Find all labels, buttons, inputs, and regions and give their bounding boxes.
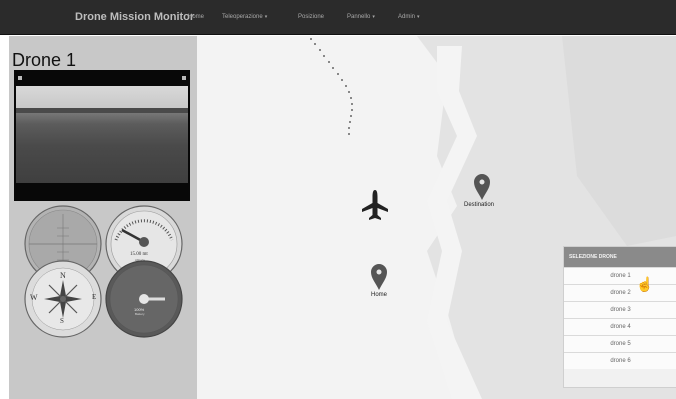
map-area-shade [562,36,676,246]
compass-north: N [60,271,66,280]
drone-option-2[interactable]: drone 2 [564,284,676,301]
altimeter-label: Altitude [135,258,146,262]
drone-option-3[interactable]: drone 3 [564,301,676,318]
destination-label: Destination [464,202,495,208]
drone-option-5[interactable]: drone 5 [564,335,676,352]
hand-pointer-icon: ☝ [636,276,654,292]
panel-header: SELEZIONE DRONE [564,247,676,267]
home-label: Home [371,292,388,298]
map-land-area [197,36,472,399]
battery-label: Battery [135,312,145,316]
altimeter-value: 15.00 mt [130,252,148,257]
battery-gauge [105,260,183,338]
drone-option-6[interactable]: drone 6 [564,352,676,369]
compass-east: E [92,293,97,301]
compass-west: W [30,293,38,302]
compass-south: S [60,317,64,325]
drone-selection-panel: SELEZIONE DRONE drone 1 drone 2 drone 3 … [563,246,676,388]
destination-marker-icon[interactable] [474,174,490,200]
drone-option-4[interactable]: drone 4 [564,318,676,335]
drone-option-1[interactable]: drone 1 [564,267,676,284]
panel-header-label: SELEZIONE DRONE [569,254,617,260]
